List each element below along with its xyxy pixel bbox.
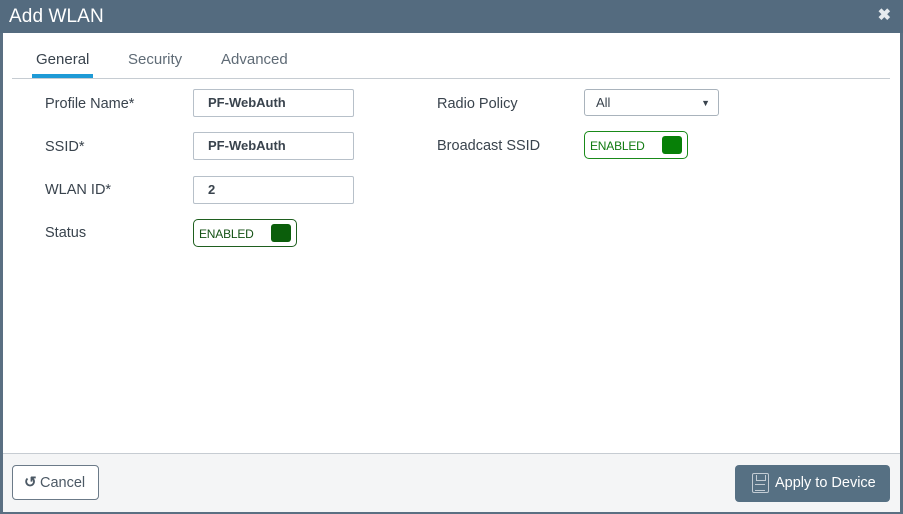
apply-button-label: Apply to Device [775, 475, 876, 491]
wlan-id-label: WLAN ID* [45, 182, 112, 198]
tab-advanced[interactable]: Advanced [221, 51, 288, 68]
status-toggle[interactable]: ENABLED [193, 219, 297, 247]
broadcast-ssid-toggle[interactable]: ENABLED [584, 131, 688, 159]
ssid-label: SSID* [45, 139, 85, 155]
status-label: Status [45, 225, 87, 241]
wlan-id-input[interactable]: 2 [193, 176, 354, 204]
add-wlan-dialog: Add WLAN ✖ General Security Advanced Pro… [0, 0, 903, 514]
cancel-button[interactable]: ↺ Cancel [12, 465, 99, 500]
broadcast-ssid-label: Broadcast SSID [437, 138, 541, 154]
close-icon[interactable]: ✖ [878, 8, 891, 24]
dialog-title: Add WLAN [9, 6, 104, 27]
tab-general[interactable]: General [36, 51, 89, 68]
cancel-button-label: Cancel [40, 475, 86, 491]
dialog-titlebar: Add WLAN ✖ [0, 0, 903, 33]
chevron-down-icon: ▼ [701, 98, 710, 108]
apply-to-device-button[interactable]: Apply to Device [735, 465, 890, 502]
active-tab-indicator [32, 74, 93, 78]
radio-policy-value: All [596, 95, 611, 110]
profile-name-label: Profile Name* [45, 96, 135, 112]
undo-icon: ↺ [24, 474, 37, 491]
tab-security[interactable]: Security [128, 51, 182, 68]
dialog-footer: ↺ Cancel Apply to Device [3, 453, 900, 512]
dialog-body: General Security Advanced Profile Name* … [3, 33, 900, 453]
status-toggle-knob [271, 224, 291, 242]
broadcast-ssid-toggle-label: ENABLED [590, 139, 645, 153]
radio-policy-select[interactable]: All ▼ [584, 89, 719, 116]
tab-bar: General Security Advanced [12, 33, 890, 79]
save-icon [752, 473, 769, 493]
radio-policy-label: Radio Policy [437, 96, 518, 112]
status-toggle-label: ENABLED [199, 227, 254, 241]
profile-name-input[interactable]: PF-WebAuth [193, 89, 354, 117]
ssid-input[interactable]: PF-WebAuth [193, 132, 354, 160]
broadcast-ssid-toggle-knob [662, 136, 682, 154]
